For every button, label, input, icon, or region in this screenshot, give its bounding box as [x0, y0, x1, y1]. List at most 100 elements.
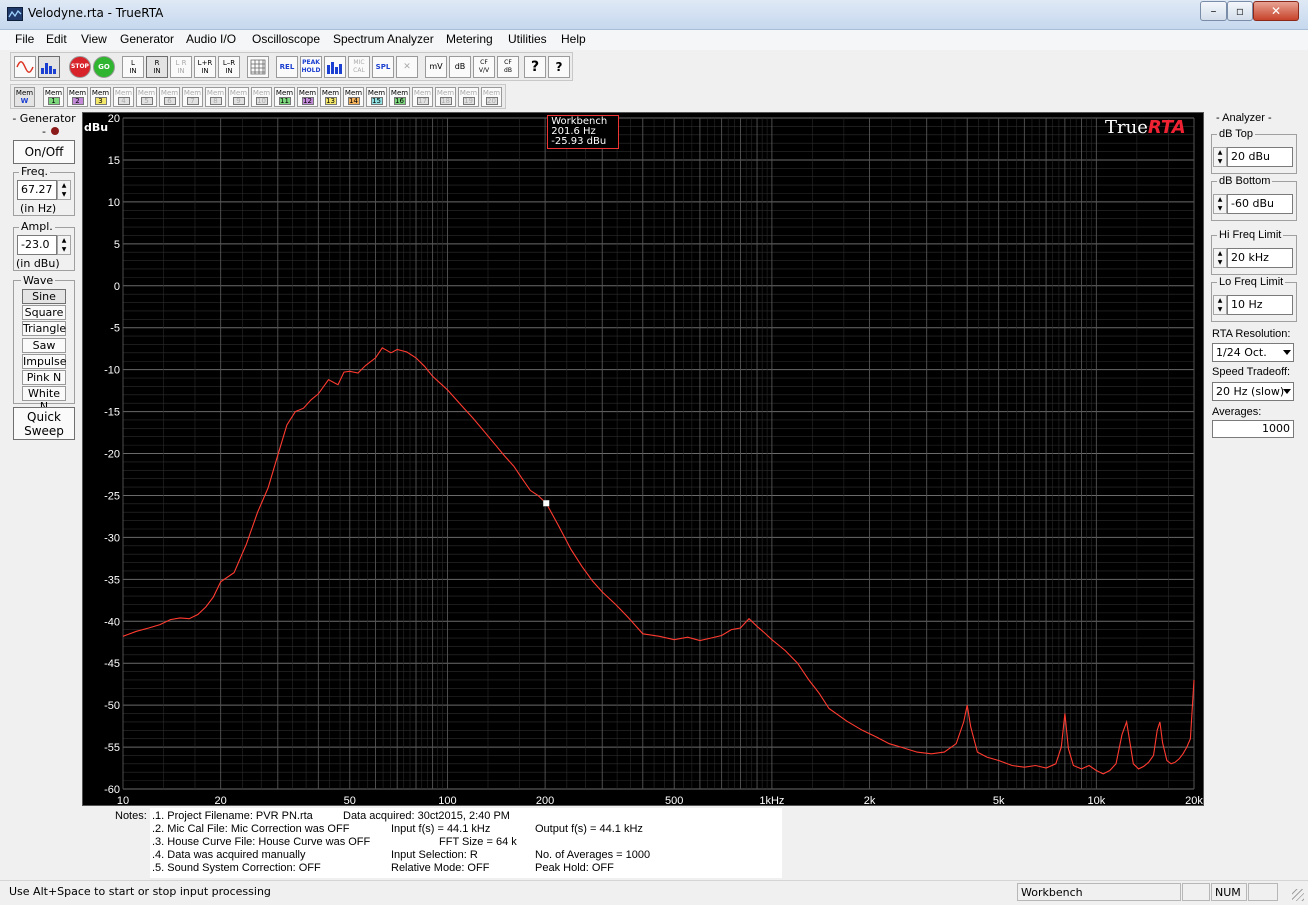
speed-tradeoff-select[interactable]: 20 Hz (slow): [1212, 382, 1294, 401]
averages-input[interactable]: 1000: [1212, 420, 1294, 438]
spectrum-bars-icon: [41, 63, 56, 74]
mic-cal-button[interactable]: MIC CAL: [348, 56, 370, 78]
millivolt-button[interactable]: mV: [425, 56, 447, 78]
memory-7-button[interactable]: Mem 7: [182, 87, 203, 107]
grid-button[interactable]: [247, 56, 269, 78]
memory-17-button[interactable]: Mem 17: [412, 87, 433, 107]
generator-on-off-button[interactable]: On/Off: [13, 140, 75, 164]
crest-factor-db-button[interactable]: CF dB: [497, 56, 519, 78]
memory-6-button[interactable]: Mem 6: [159, 87, 180, 107]
lo-freq-input[interactable]: 10 Hz: [1227, 295, 1293, 315]
quick-sweep-button[interactable]: Quick Sweep: [13, 407, 75, 440]
app-icon[interactable]: [7, 7, 23, 21]
memory-16-button[interactable]: Mem 16: [389, 87, 410, 107]
menu-help[interactable]: Help: [561, 32, 586, 46]
menu-oscilloscope[interactable]: Oscilloscope: [252, 32, 320, 46]
memory-1-button[interactable]: Mem 1: [43, 87, 64, 107]
memory-5-button[interactable]: Mem 5: [136, 87, 157, 107]
help-button[interactable]: ?: [524, 56, 546, 78]
menu-view[interactable]: View: [81, 32, 107, 46]
wave-triangle-button[interactable]: Triangle: [22, 321, 66, 336]
menu-edit[interactable]: Edit: [46, 32, 67, 46]
left-right-input-button[interactable]: L R IN: [170, 56, 192, 78]
memory-11-button[interactable]: Mem 11: [274, 87, 295, 107]
wave-square-button[interactable]: Square: [22, 305, 66, 320]
db-top-label: dB Top: [1217, 128, 1256, 140]
stop-button[interactable]: STOP: [69, 56, 91, 78]
context-help-button[interactable]: ?: [548, 56, 570, 78]
hi-freq-input[interactable]: 20 kHz: [1227, 248, 1293, 268]
ampl-input[interactable]: -23.0: [17, 235, 57, 255]
spl-button[interactable]: SPL: [372, 56, 394, 78]
menu-spectrum-analyzer[interactable]: Spectrum Analyzer: [333, 32, 434, 46]
memory-13-button[interactable]: Mem 13: [320, 87, 341, 107]
clear-button[interactable]: ✕: [396, 56, 418, 78]
menu-utilities[interactable]: Utilities: [508, 32, 547, 46]
memory-10-button[interactable]: Mem 10: [251, 87, 272, 107]
rta-resolution-select[interactable]: 1/24 Oct.: [1212, 343, 1294, 362]
clear-x-icon: ✕: [403, 62, 411, 72]
resize-grip-icon[interactable]: [1292, 889, 1304, 901]
db-bottom-spinner[interactable]: ▲ ▼: [1213, 194, 1227, 214]
memory-3-button[interactable]: Mem 3: [90, 87, 111, 107]
memory-number: 3: [94, 97, 107, 105]
memory-19-button[interactable]: Mem 19: [458, 87, 479, 107]
x-tick-label: 200: [536, 795, 554, 807]
spin-down-icon: ▼: [61, 191, 67, 198]
freq-spinner[interactable]: ▲ ▼: [57, 180, 71, 200]
menu-file[interactable]: File: [15, 32, 34, 46]
relative-button[interactable]: REL: [276, 56, 298, 78]
note-input-selection: Input Selection: R: [391, 849, 478, 861]
left-input-button[interactable]: L IN: [122, 56, 144, 78]
memory-8-button[interactable]: Mem 8: [205, 87, 226, 107]
menu-audio-io[interactable]: Audio I/O: [186, 32, 236, 46]
menu-generator[interactable]: Generator: [120, 32, 174, 46]
memory-4-button[interactable]: Mem 4: [113, 87, 134, 107]
memory-label: Mem: [160, 89, 179, 97]
memory-W-button[interactable]: Mem W: [14, 87, 35, 107]
y-tick-label: 5: [114, 239, 120, 251]
db-bottom-input[interactable]: -60 dBu: [1227, 194, 1293, 214]
close-button[interactable]: ✕: [1253, 1, 1299, 21]
db-top-spinner[interactable]: ▲ ▼: [1213, 147, 1227, 167]
maximize-button[interactable]: ▫: [1227, 1, 1253, 21]
ampl-spinner[interactable]: ▲ ▼: [57, 235, 71, 255]
crest-factor-vv-button[interactable]: CF V/V: [473, 56, 495, 78]
y-tick-label: -5: [110, 323, 120, 335]
memory-12-button[interactable]: Mem 12: [297, 87, 318, 107]
minimize-button[interactable]: –: [1200, 1, 1227, 21]
memory-20-button[interactable]: Mem 20: [481, 87, 502, 107]
memory-number: 5: [140, 97, 153, 105]
left-minus-right-input-button[interactable]: L–R IN: [218, 56, 240, 78]
go-button[interactable]: GO: [93, 56, 115, 78]
wave-sine-button[interactable]: Sine: [22, 289, 66, 304]
spectrum-plot-svg[interactable]: 20151050-5-10-15-20-25-30-35-40-45-50-55…: [83, 113, 1205, 807]
decibel-button[interactable]: dB: [449, 56, 471, 78]
hi-freq-spinner[interactable]: ▲ ▼: [1213, 248, 1227, 268]
lo-freq-spinner[interactable]: ▲ ▼: [1213, 295, 1227, 315]
wave-pink-noise-button[interactable]: Pink N: [22, 370, 66, 385]
menu-metering[interactable]: Metering: [446, 32, 493, 46]
wave-impulse-button[interactable]: Impulse: [22, 354, 66, 369]
oscilloscope-mode-button[interactable]: [14, 56, 36, 78]
peak-hold-button[interactable]: PEAK HOLD: [300, 56, 322, 78]
memory-label: Mem: [114, 89, 133, 97]
wave-white-noise-button[interactable]: White N: [22, 386, 66, 413]
wave-saw-button[interactable]: Saw: [22, 338, 66, 353]
memory-2-button[interactable]: Mem 2: [67, 87, 88, 107]
left-plus-right-input-button[interactable]: L+R IN: [194, 56, 216, 78]
x-tick-label: 20k: [1185, 795, 1203, 807]
freq-input[interactable]: 67.27: [17, 180, 57, 200]
bars-view-button[interactable]: [324, 56, 346, 78]
memory-18-button[interactable]: Mem 18: [435, 87, 456, 107]
generator-panel: - Generator - On/Off Freq. 67.27 ▲ ▼ (in …: [10, 112, 78, 440]
spectrum-chart[interactable]: 20 15 10 5 0 -5 -10 -15 -20 -25 -30 -35 -40 -45 -50 -55…: [82, 112, 1205, 807]
memory-14-button[interactable]: Mem 14: [343, 87, 364, 107]
y-tick-label: -45: [104, 658, 120, 670]
right-input-button[interactable]: R IN: [146, 56, 168, 78]
wave-label: Wave: [21, 274, 56, 287]
spectrum-mode-button[interactable]: [38, 56, 60, 78]
memory-15-button[interactable]: Mem 15: [366, 87, 387, 107]
memory-9-button[interactable]: Mem 9: [228, 87, 249, 107]
db-top-input[interactable]: 20 dBu: [1227, 147, 1293, 167]
